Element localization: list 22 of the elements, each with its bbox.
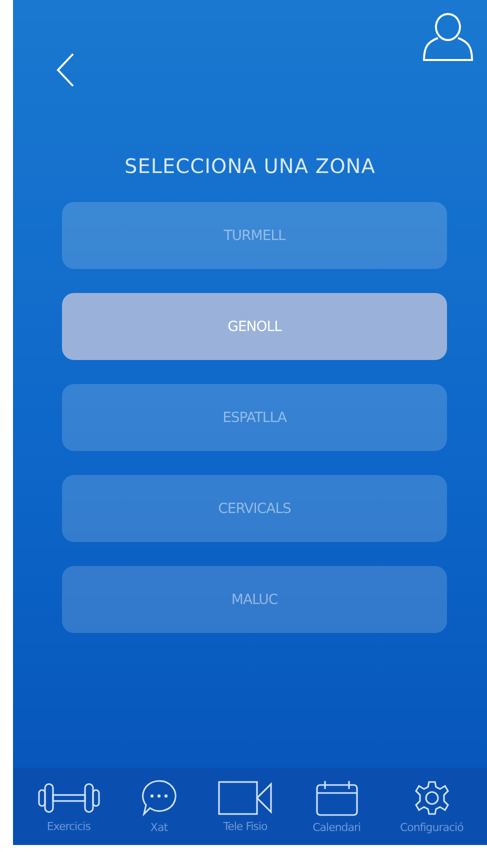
nav-tab[interactable]: Configuració [400,779,464,834]
nav-tab[interactable]: Calendari [312,779,361,834]
nav-label: Tele Fisio [223,820,268,833]
zone-button[interactable]: MALUC [62,566,447,633]
nav-label: Configuració [400,821,464,834]
nav-label: Xat [150,821,168,834]
nav-tab[interactable]: Xat [140,779,178,834]
nav-label: Calendari [312,821,361,834]
nav-tab[interactable]: Exercicis [36,780,101,833]
zone-button[interactable]: CERVICALS [62,475,447,542]
zone-button[interactable]: TURMELL [62,202,447,269]
chat-icon [140,779,178,817]
zone-button[interactable]: ESPATLLA [62,384,447,451]
gear-icon [412,779,451,817]
back-icon[interactable] [55,52,75,88]
zone-button[interactable]: GENOLL [62,293,447,360]
user-icon[interactable] [421,10,475,64]
nav-label: Exercicis [46,820,90,833]
video-camera-icon [217,780,274,816]
nav-tab[interactable]: Tele Fisio [217,780,274,833]
calendar-icon [314,779,359,817]
screen-title: SELECCIONA UNA ZONA [124,154,376,178]
